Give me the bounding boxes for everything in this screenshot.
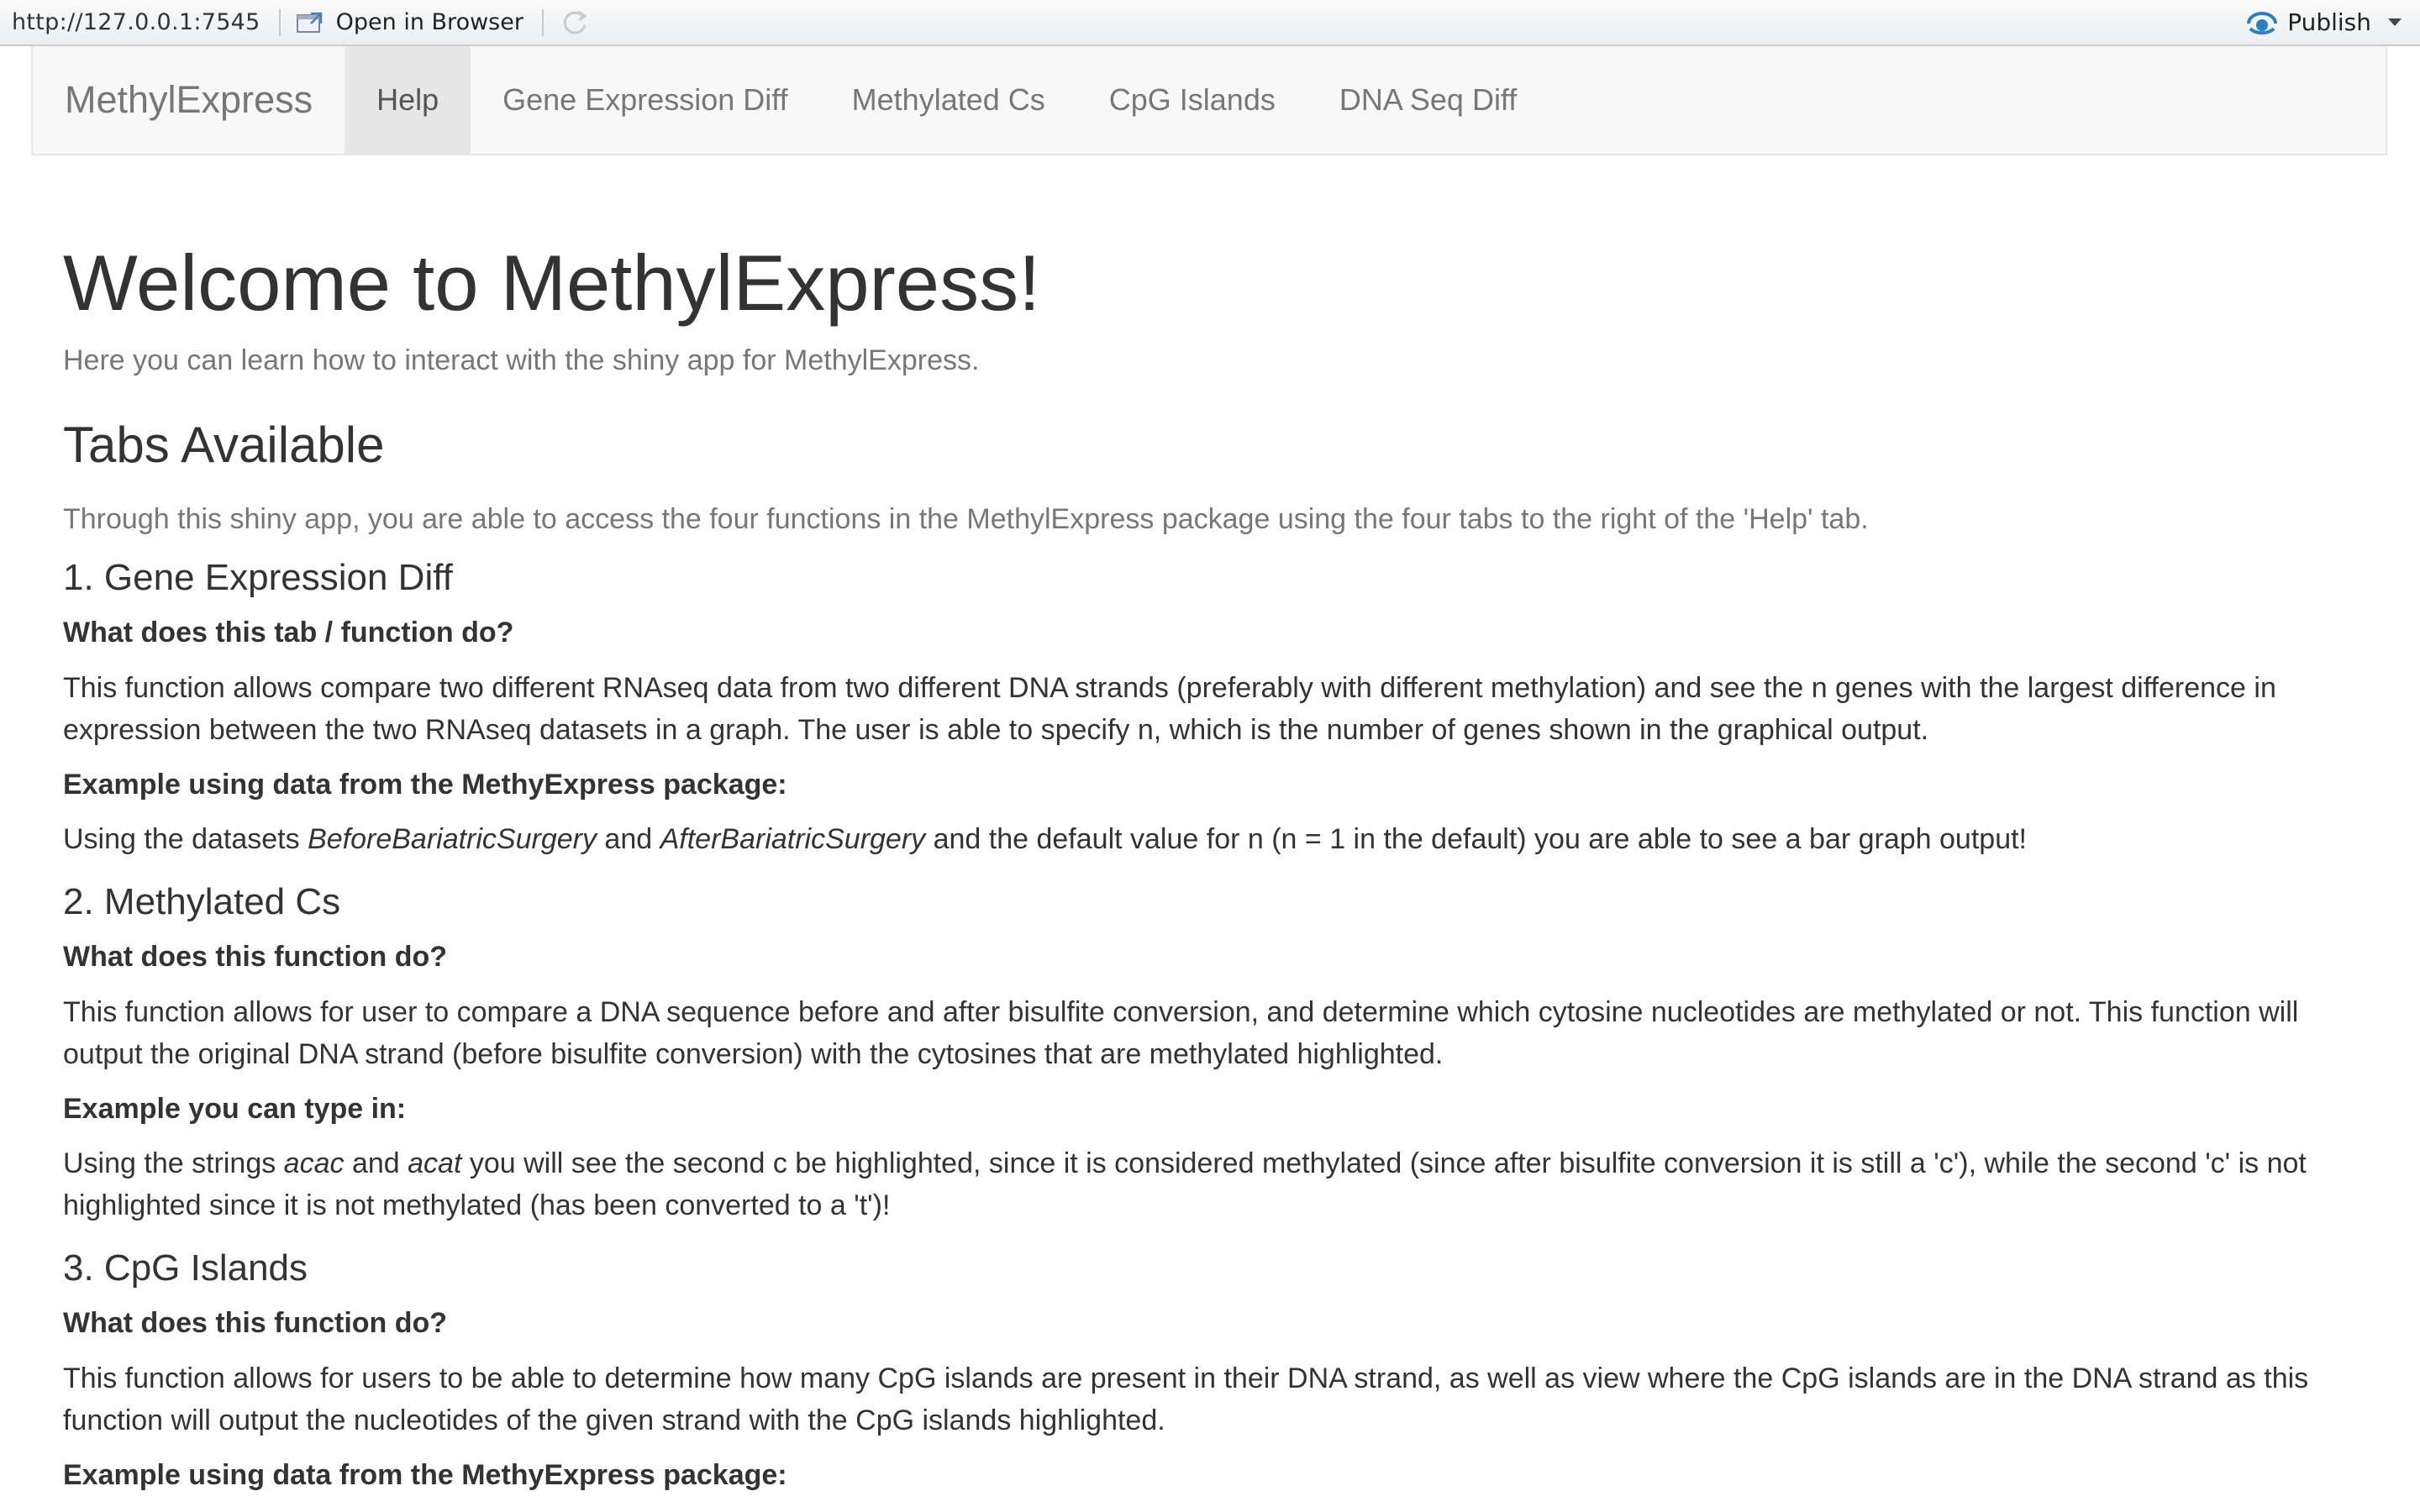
tab-methylated-cs[interactable]: Methylated Cs: [820, 46, 1077, 154]
tab-cpg-islands[interactable]: CpG Islands: [1077, 46, 1307, 154]
section-description: This function allows compare two differe…: [63, 671, 2276, 746]
section-example-heading: Example using data from the MethyExpress…: [63, 1458, 787, 1491]
navbar: MethylExpress Help Gene Expression Diff …: [31, 46, 2387, 155]
navbar-brand[interactable]: MethylExpress: [33, 46, 345, 154]
page-title: Welcome to MethylExpress!: [63, 239, 1041, 327]
help-content: Welcome to MethylExpress! Here you can l…: [63, 155, 2349, 1492]
publish-button[interactable]: Publish: [2245, 8, 2402, 37]
refresh-button[interactable]: [559, 7, 591, 39]
section-question: What does this tab / function do?: [63, 616, 514, 648]
toolbar-separator: [278, 8, 281, 36]
refresh-icon: [563, 10, 587, 34]
section-example-text: Using the strings acac and acat you will…: [63, 1147, 2307, 1222]
section-question: What does this function do?: [63, 1306, 448, 1339]
tabs-intro-text: Through this shiny app, you are able to …: [63, 503, 1869, 536]
section-heading: 3. CpG Islands: [63, 1247, 308, 1289]
publish-label: Publish: [2287, 8, 2371, 36]
dataset-name: BeforeBariatricSurgery: [308, 823, 597, 856]
publish-icon: [2247, 11, 2278, 34]
section-example-heading: Example using data from the MethyExpress…: [63, 768, 787, 801]
section-description: This function allows for user to compare…: [63, 995, 2299, 1070]
example-string: acac: [283, 1147, 345, 1180]
section-description: This function allows for users to be abl…: [63, 1362, 2309, 1436]
page-subtitle: Here you can learn how to interact with …: [63, 344, 980, 377]
tabs-available-heading: Tabs Available: [63, 417, 385, 474]
tab-help[interactable]: Help: [345, 46, 471, 154]
section-example-text: Using the datasets BeforeBariatricSurger…: [63, 823, 2027, 856]
chevron-down-icon[interactable]: [2388, 18, 2402, 26]
tab-gene-expression-diff[interactable]: Gene Expression Diff: [471, 46, 820, 154]
section-heading: 2. Methylated Cs: [63, 881, 341, 923]
open-in-browser-icon: [296, 12, 322, 33]
open-in-browser-button[interactable]: Open in Browser: [296, 9, 523, 35]
toolbar-separator: [541, 8, 544, 36]
tab-dna-seq-diff[interactable]: DNA Seq Diff: [1307, 46, 1549, 154]
dataset-name: AfterBariatricSurgery: [660, 823, 926, 856]
url-display: http://127.0.0.1:7545: [12, 9, 260, 35]
viewer-toolbar: http://127.0.0.1:7545 Open in Browser Pu…: [0, 0, 2420, 46]
example-string: acat: [408, 1147, 462, 1180]
section-question: What does this function do?: [63, 940, 448, 973]
open-in-browser-label: Open in Browser: [335, 9, 523, 35]
section-example-heading: Example you can type in:: [63, 1092, 407, 1125]
section-heading: 1. Gene Expression Diff: [63, 557, 453, 599]
